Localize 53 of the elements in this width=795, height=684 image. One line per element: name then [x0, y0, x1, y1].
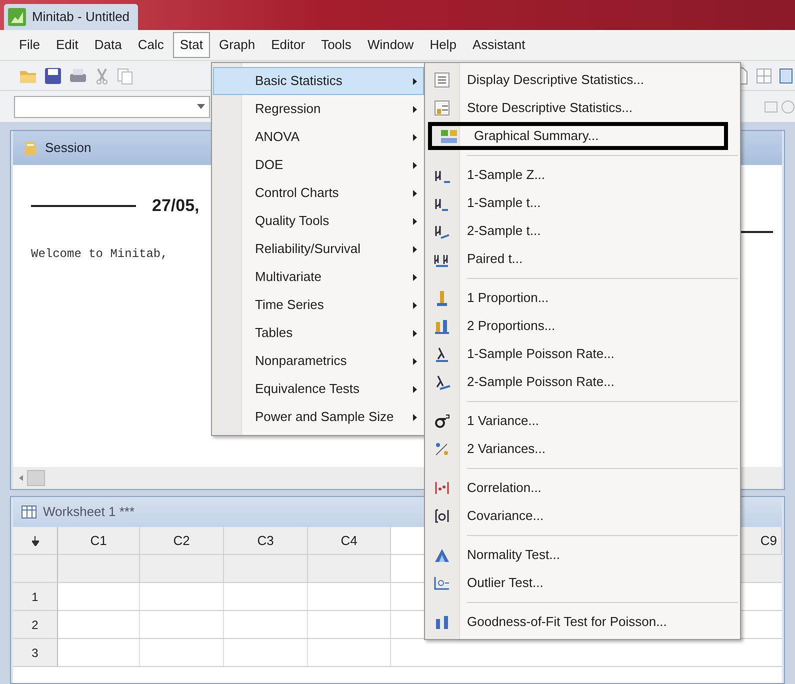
menu-item[interactable]: Quality Tools: [213, 207, 424, 235]
menu-item[interactable]: Time Series: [213, 291, 424, 319]
menu-item[interactable]: Display Descriptive Statistics...: [425, 66, 740, 94]
menu-item[interactable]: DOE: [213, 151, 424, 179]
session-title: Session: [45, 139, 92, 158]
session-text: Welcome to Minitab,: [31, 246, 168, 262]
menu-item[interactable]: Graphical Summary...: [428, 122, 728, 150]
row-number[interactable]: 3: [13, 639, 58, 666]
menu-item[interactable]: 2-Sample Poisson Rate...: [425, 368, 740, 396]
menu-item[interactable]: ANOVA: [213, 123, 424, 151]
menu-item[interactable]: Power and Sample Size: [213, 403, 424, 431]
menu-item[interactable]: Paired t...: [425, 245, 740, 273]
session-date: 27/05,: [152, 195, 200, 217]
worksheet-title: Worksheet 1 ***: [43, 503, 135, 522]
menu-item[interactable]: 1 Variance...: [425, 407, 740, 435]
row-number[interactable]: 1: [13, 583, 58, 610]
menu-item[interactable]: File: [12, 32, 47, 58]
window-title: Minitab - Untitled: [32, 8, 130, 26]
menu-item[interactable]: Outlier Test...: [425, 569, 740, 597]
column-header[interactable]: C4: [308, 527, 391, 554]
column-header[interactable]: C3: [224, 527, 308, 554]
menu-item[interactable]: Nonparametrics: [213, 347, 424, 375]
menu-item[interactable]: Correlation...: [425, 474, 740, 502]
menu-item[interactable]: Tables: [213, 319, 424, 347]
menu-item[interactable]: 1 Proportion...: [425, 284, 740, 312]
menu-item[interactable]: Multivariate: [213, 263, 424, 291]
menu-item[interactable]: 2 Proportions...: [425, 312, 740, 340]
menu-item[interactable]: Editor: [264, 32, 312, 58]
menu-item[interactable]: 1-Sample t...: [425, 189, 740, 217]
menu-item[interactable]: Reliability/Survival: [213, 235, 424, 263]
menu-item[interactable]: Edit: [48, 32, 86, 58]
row-number[interactable]: 2: [13, 611, 58, 638]
menu-item[interactable]: Calc: [130, 32, 171, 58]
menu-item[interactable]: Covariance...: [425, 502, 740, 530]
menu-item[interactable]: Graph: [212, 32, 262, 58]
menu-item[interactable]: Regression: [213, 95, 424, 123]
column-header[interactable]: C1: [58, 527, 140, 554]
menu-item[interactable]: 2 Variances...: [425, 435, 740, 463]
menu-item[interactable]: 2-Sample t...: [425, 217, 740, 245]
menu-item[interactable]: Tools: [314, 32, 358, 58]
menu-item[interactable]: 1-Sample Z...: [425, 161, 740, 189]
menu-item[interactable]: Data: [87, 32, 129, 58]
menu-item[interactable]: Assistant: [465, 32, 532, 58]
column-header[interactable]: C2: [140, 527, 224, 554]
menu-item[interactable]: Equivalence Tests: [213, 375, 424, 403]
menu-item[interactable]: Window: [360, 32, 421, 58]
menu-item[interactable]: Goodness-of-Fit Test for Poisson...: [425, 608, 740, 636]
menu-item[interactable]: Store Descriptive Statistics...: [425, 94, 740, 122]
menu-item[interactable]: Control Charts: [213, 179, 424, 207]
menu-item[interactable]: Basic Statistics: [213, 67, 424, 95]
menu-item[interactable]: Stat: [172, 32, 210, 58]
menu-item[interactable]: Help: [422, 32, 464, 58]
menu-item[interactable]: 1-Sample Poisson Rate...: [425, 340, 740, 368]
